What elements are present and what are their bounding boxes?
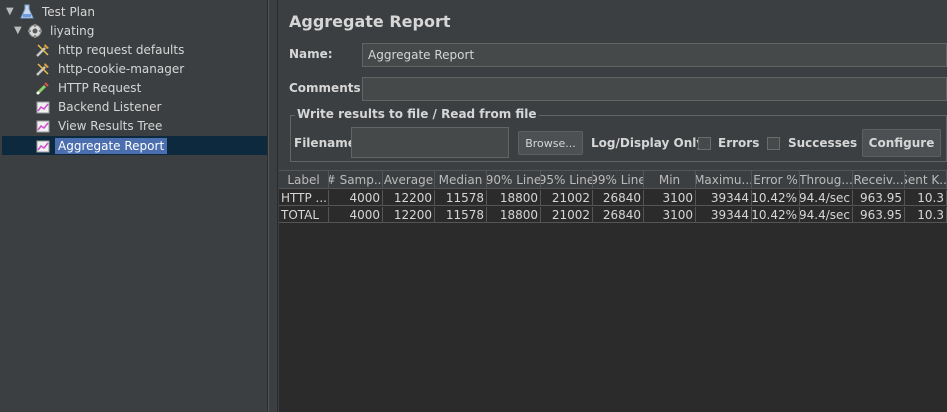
tree-item-label: http-cookie-manager [58, 61, 185, 76]
tree-item-http-request-defaults[interactable]: http request defaults [34, 40, 187, 59]
thread-group-icon [26, 22, 44, 40]
tree-item-thread-group[interactable]: ▼ liyating [14, 21, 97, 40]
table-cell[interactable]: 94.4/sec [800, 190, 853, 206]
table-cell[interactable]: 3100 [644, 190, 696, 206]
column-header[interactable]: Throug... [800, 171, 853, 189]
table-cell[interactable]: 94.4/sec [800, 207, 853, 223]
table-cell[interactable]: HTTP ... [279, 190, 329, 206]
successes-checkbox[interactable] [767, 137, 780, 150]
table-cell[interactable]: 39344 [696, 207, 752, 223]
column-header[interactable]: Label [279, 171, 329, 189]
expand-arrow-icon[interactable]: ▼ [14, 25, 24, 36]
tree-item-aggregate-report[interactable]: Aggregate Report [34, 136, 168, 155]
errors-label: Errors [718, 136, 760, 150]
tree-item-test-plan[interactable]: ▼ Test Plan [6, 2, 98, 21]
table-cell[interactable]: 10.3 [905, 207, 947, 223]
column-header[interactable]: Sent K... [905, 171, 947, 189]
table-cell[interactable]: 10.42% [752, 207, 800, 223]
sampler-icon [34, 79, 52, 97]
expand-arrow-icon[interactable]: ▼ [6, 6, 16, 17]
column-header[interactable]: Average [383, 171, 435, 189]
filename-field[interactable] [351, 127, 509, 158]
table-cell[interactable]: 26840 [593, 190, 644, 206]
successes-label: Successes [788, 136, 858, 150]
tree-item-http-request[interactable]: HTTP Request [34, 78, 144, 97]
test-plan-tree: ▼ Test Plan ▼ liyating http request defa… [0, 0, 268, 412]
table-cell[interactable]: 4000 [329, 207, 383, 223]
table-cell[interactable]: 12200 [383, 190, 435, 206]
column-header[interactable]: Min [644, 171, 696, 189]
column-header[interactable]: Median [435, 171, 487, 189]
tree-item-label: View Results Tree [58, 118, 163, 133]
tree-item-label: Aggregate Report [55, 137, 168, 154]
browse-button[interactable]: Browse... [518, 131, 583, 155]
table-cell[interactable]: 21002 [541, 190, 593, 206]
table-cell[interactable]: TOTAL [279, 207, 329, 223]
aggregate-report-panel: Aggregate Report Name: Aggregate Report … [279, 0, 947, 412]
column-header[interactable]: 90% Line [487, 171, 541, 189]
page-title: Aggregate Report [289, 12, 451, 31]
column-header[interactable]: Error % [752, 171, 800, 189]
table-cell[interactable]: 18800 [487, 190, 541, 206]
config-icon [34, 60, 52, 78]
errors-checkbox[interactable] [698, 137, 711, 150]
group-title: Write results to file / Read from file [295, 107, 539, 121]
column-header[interactable]: Maximu... [696, 171, 752, 189]
log-display-only-label: Log/Display Only: [591, 136, 709, 150]
column-header[interactable]: Receiv... [853, 171, 905, 189]
listener-icon [34, 117, 52, 135]
table-cell[interactable]: 11578 [435, 207, 487, 223]
test-plan-icon [18, 3, 36, 21]
listener-icon [34, 98, 52, 116]
table-cell[interactable]: 39344 [696, 190, 752, 206]
tree-item-backend-listener[interactable]: Backend Listener [34, 97, 164, 116]
table-cell[interactable]: 18800 [487, 207, 541, 223]
split-pane-divider[interactable] [268, 0, 278, 412]
tree-item-label: Test Plan [42, 4, 95, 19]
config-icon [34, 41, 52, 59]
table-cell[interactable]: 3100 [644, 207, 696, 223]
table-cell[interactable]: 10.3 [905, 190, 947, 206]
tree-item-label: Backend Listener [58, 99, 162, 114]
column-header[interactable]: # Samp... [329, 171, 383, 189]
table-cell[interactable]: 10.42% [752, 190, 800, 206]
table-cell[interactable]: 963.95 [853, 207, 905, 223]
results-table: Label # Samp... Average Median 90% Line 95% L… [279, 170, 947, 412]
tree-item-label: HTTP Request [58, 80, 142, 95]
comments-field[interactable] [362, 77, 947, 101]
table-cell[interactable]: 963.95 [853, 190, 905, 206]
column-header[interactable]: 95% Line [541, 171, 593, 189]
listener-icon [34, 137, 52, 155]
table-cell[interactable]: 4000 [329, 190, 383, 206]
tree-item-http-cookie-manager[interactable]: http-cookie-manager [34, 59, 187, 78]
tree-item-label: liyating [50, 23, 95, 38]
comments-label: Comments: [289, 81, 366, 95]
table-cell[interactable]: 11578 [435, 190, 487, 206]
tree-item-label: http request defaults [58, 42, 185, 57]
table-cell[interactable]: 21002 [541, 207, 593, 223]
name-field[interactable]: Aggregate Report [362, 43, 947, 67]
configure-button[interactable]: Configure [862, 129, 941, 157]
table-cell[interactable]: 26840 [593, 207, 644, 223]
tree-item-view-results-tree[interactable]: View Results Tree [34, 116, 165, 135]
table-cell[interactable]: 12200 [383, 207, 435, 223]
name-label: Name: [289, 47, 333, 61]
column-header[interactable]: 99% Line [593, 171, 644, 189]
filename-label: Filename [294, 136, 356, 150]
